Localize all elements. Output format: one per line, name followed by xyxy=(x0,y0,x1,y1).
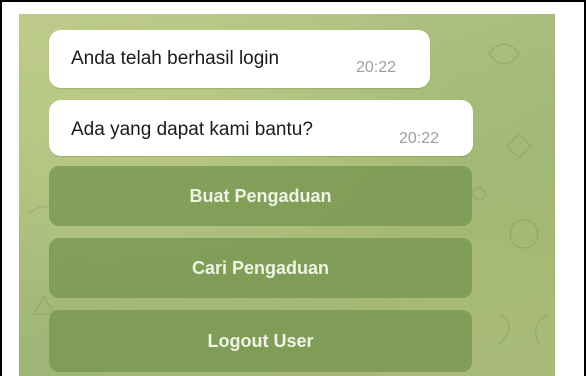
message-text: Anda telah berhasil login xyxy=(71,48,280,69)
button-label: Buat Pengaduan xyxy=(189,185,332,206)
buat-pengaduan-button[interactable]: Buat Pengaduan xyxy=(49,166,472,226)
message-timestamp: 20:22 xyxy=(399,130,440,147)
message-bubble: Anda telah berhasil login 20:22 xyxy=(49,30,430,88)
cari-pengaduan-button[interactable]: Cari Pengaduan xyxy=(49,238,472,298)
logout-user-button[interactable]: Logout User xyxy=(49,310,472,372)
button-label: Cari Pengaduan xyxy=(191,257,330,278)
frame-border-top xyxy=(0,0,586,2)
button-label: Logout User xyxy=(207,330,314,351)
message-bubble: Ada yang dapat kami bantu? 20:22 xyxy=(49,100,473,156)
message-timestamp: 20:22 xyxy=(356,59,397,76)
chat-background: Anda telah berhasil login 20:22 Ada yang… xyxy=(19,14,555,376)
message-text: Ada yang dapat kami bantu? xyxy=(71,119,313,140)
frame-border-left xyxy=(0,0,2,376)
screenshot-frame: Anda telah berhasil login 20:22 Ada yang… xyxy=(0,0,586,376)
